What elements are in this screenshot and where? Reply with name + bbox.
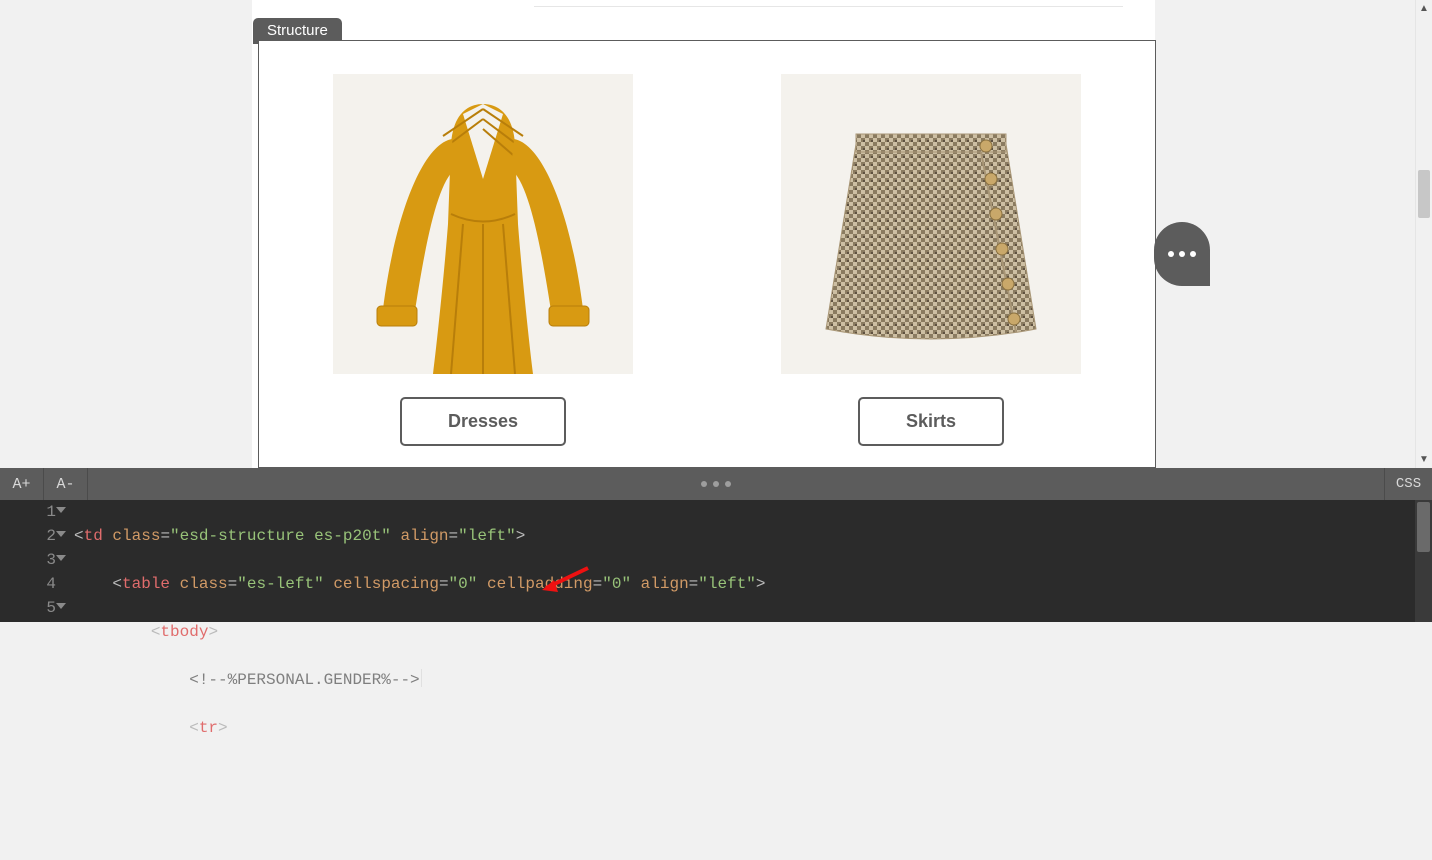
structure-block[interactable]: Dresses [258, 40, 1156, 468]
font-increase-button[interactable]: A+ [0, 468, 44, 500]
code-content[interactable]: <td class="esd-structure es-p20t" align=… [62, 500, 1415, 622]
canvas-scrollbar[interactable]: ▲ ▼ [1415, 0, 1432, 468]
product-image-skirt[interactable] [781, 74, 1081, 374]
css-tab-button[interactable]: CSS [1384, 468, 1432, 500]
product-column-skirts: Skirts [707, 74, 1155, 467]
code-scrollbar[interactable] [1415, 500, 1432, 622]
ellipsis-icon [1168, 251, 1196, 257]
drag-handle-icon[interactable] [701, 481, 731, 487]
font-decrease-button[interactable]: A- [44, 468, 88, 500]
scroll-thumb[interactable] [1418, 170, 1430, 218]
line-gutter: 1 2 3 4 5 [0, 500, 62, 622]
code-editor-panel: A+ A- CSS 1 2 3 4 5 <td class="esd-struc… [0, 468, 1432, 622]
line-number: 5 [46, 599, 56, 617]
code-toolbar: A+ A- CSS [0, 468, 1432, 500]
divider [534, 6, 1123, 7]
dress-illustration-icon [333, 74, 633, 374]
scroll-down-icon[interactable]: ▼ [1416, 451, 1432, 468]
code-scroll-thumb[interactable] [1417, 502, 1430, 552]
line-number: 4 [46, 575, 56, 593]
scroll-up-icon[interactable]: ▲ [1416, 0, 1432, 17]
skirt-illustration-icon [781, 74, 1081, 374]
more-actions-button[interactable] [1154, 222, 1210, 286]
dresses-button[interactable]: Dresses [400, 397, 566, 446]
line-number: 2 [46, 527, 56, 545]
skirts-button[interactable]: Skirts [858, 397, 1004, 446]
product-column-dresses: Dresses [259, 74, 707, 467]
code-body[interactable]: 1 2 3 4 5 <td class="esd-structure es-p2… [0, 500, 1432, 622]
line-number: 3 [46, 551, 56, 569]
line-number: 1 [46, 503, 56, 521]
text-cursor [421, 669, 422, 687]
design-canvas-area: Structure [0, 0, 1432, 468]
product-image-dress[interactable] [333, 74, 633, 374]
